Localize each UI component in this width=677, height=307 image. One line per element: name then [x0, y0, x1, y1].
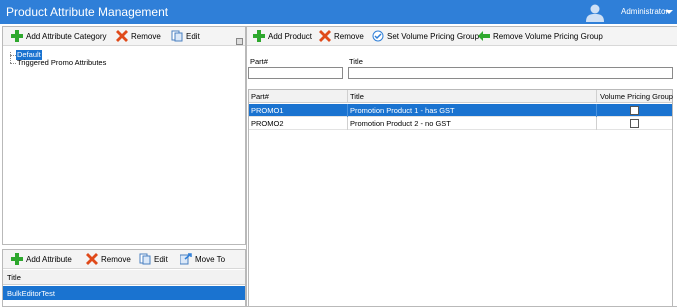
app-header: Product Attribute Management Administrat… [0, 0, 677, 24]
product-pane: Add Product Remove Set Volume Pricing Gr… [246, 26, 677, 307]
chevron-down-icon[interactable] [664, 7, 674, 17]
category-pane: Add Attribute Category Remove Edit Defau… [2, 26, 246, 245]
remove-attribute-label: Remove [101, 254, 131, 264]
user-name: Administrator [621, 7, 669, 16]
cell-title: Promotion Product 1 - has GST [348, 104, 597, 117]
remove-volume-pricing-label: Remove Volume Pricing Group [493, 31, 603, 41]
edit-category-label: Edit [186, 31, 200, 41]
edit-attribute-button[interactable]: Edit [139, 252, 168, 266]
checkmark-icon [372, 30, 384, 42]
tree-node-triggered-promo[interactable]: Triggered Promo Attributes [16, 58, 107, 68]
remove-icon [319, 30, 331, 42]
column-header-title[interactable]: Title [348, 90, 597, 103]
user-menu[interactable]: Administrator [582, 0, 677, 24]
set-volume-pricing-label: Set Volume Pricing Group [387, 31, 480, 41]
cell-volume-pricing [597, 104, 674, 117]
edit-attribute-label: Edit [154, 254, 168, 264]
remove-attribute-button[interactable]: Remove [86, 252, 131, 266]
add-attribute-button[interactable]: Add Attribute [11, 252, 72, 266]
attribute-row[interactable]: BulkEditorTest [3, 286, 245, 300]
volume-pricing-checkbox[interactable] [630, 119, 639, 128]
set-volume-pricing-button[interactable]: Set Volume Pricing Group [372, 29, 479, 43]
remove-product-button[interactable]: Remove [319, 29, 364, 43]
cell-volume-pricing [597, 117, 674, 130]
plus-icon [11, 253, 23, 265]
part-filter-input[interactable] [248, 67, 343, 79]
remove-volume-pricing-button[interactable]: Remove Volume Pricing Group [478, 29, 603, 43]
user-avatar-icon [586, 4, 604, 22]
cell-part: PROMO2 [249, 117, 348, 130]
move-to-icon [180, 253, 192, 265]
product-grid: Part# Title Volume Pricing Group PROMO1 … [248, 89, 673, 307]
table-row[interactable]: PROMO2 Promotion Product 2 - no GST [249, 117, 672, 130]
title-filter-input[interactable] [348, 67, 673, 79]
edit-category-button[interactable]: Edit [171, 29, 200, 43]
part-filter-label: Part# [250, 57, 268, 66]
title-filter-label: Title [349, 57, 363, 66]
cell-part: PROMO1 [249, 104, 348, 117]
tree-connector [10, 52, 11, 63]
attribute-column-title: Title [7, 273, 21, 282]
table-row[interactable]: PROMO1 Promotion Product 1 - has GST [249, 104, 672, 117]
add-product-label: Add Product [268, 31, 313, 41]
attribute-toolbar: Add Attribute Remove Edit Move To [3, 250, 245, 269]
volume-pricing-checkbox[interactable] [630, 106, 639, 115]
move-attribute-label: Move To [195, 254, 226, 264]
column-header-volume-pricing[interactable]: Volume Pricing Group [597, 90, 674, 103]
add-product-button[interactable]: Add Product [253, 29, 312, 43]
edit-icon [171, 30, 183, 42]
remove-product-label: Remove [334, 31, 364, 41]
edit-icon [139, 253, 151, 265]
product-toolbar: Add Product Remove Set Volume Pricing Gr… [247, 27, 677, 46]
plus-icon [11, 30, 23, 42]
product-grid-header: Part# Title Volume Pricing Group [249, 90, 674, 103]
plus-icon [253, 30, 265, 42]
add-category-button[interactable]: Add Attribute Category [11, 29, 107, 43]
column-header-part[interactable]: Part# [249, 90, 348, 103]
attribute-grid-header: Title [3, 270, 245, 285]
cell-title: Promotion Product 2 - no GST [348, 117, 597, 130]
remove-icon [86, 253, 98, 265]
category-toolbar: Add Attribute Category Remove Edit [3, 27, 245, 46]
remove-icon [116, 30, 128, 42]
add-category-label: Add Attribute Category [26, 31, 107, 41]
attribute-row-title: BulkEditorTest [7, 289, 55, 298]
remove-category-button[interactable]: Remove [116, 29, 161, 43]
attribute-pane: Add Attribute Remove Edit Move To Title … [2, 249, 246, 307]
add-attribute-label: Add Attribute [26, 254, 72, 264]
arrow-left-icon [478, 31, 490, 41]
remove-category-label: Remove [131, 31, 161, 41]
scroll-handle[interactable] [236, 38, 243, 45]
page-title: Product Attribute Management [6, 5, 169, 19]
move-attribute-button[interactable]: Move To [180, 252, 225, 266]
